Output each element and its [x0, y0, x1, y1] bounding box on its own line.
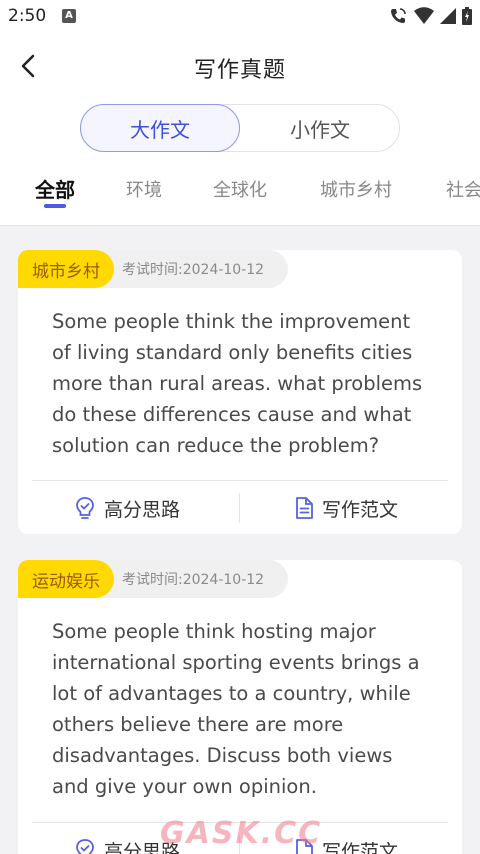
bulb-icon	[76, 839, 94, 854]
question-card[interactable]: 城市乡村 考试时间:2024-10-12 Some people think t…	[18, 250, 462, 534]
question-text: Some people think hosting major internat…	[52, 620, 420, 798]
card-header: 城市乡村 考试时间:2024-10-12	[18, 250, 288, 288]
category-tabs: 全部 环境 全球化 城市乡村 社会	[0, 176, 480, 216]
page-header: 写作真题 大作文 小作文 全部 环境 全球化 城市乡村 社会	[0, 34, 480, 226]
action-label: 写作范文	[322, 498, 399, 521]
call-icon	[391, 8, 406, 23]
high-score-ideas-button[interactable]: 高分思路	[74, 481, 180, 534]
active-tab-indicator	[44, 204, 66, 208]
tab-environment[interactable]: 环境	[126, 176, 162, 202]
tab-urban-rural[interactable]: 城市乡村	[320, 176, 392, 202]
action-separator	[239, 493, 240, 523]
page-title: 写作真题	[193, 58, 286, 83]
notification-icon: A	[62, 9, 76, 23]
card-actions: 高分思路 写作范文	[18, 481, 462, 534]
model-essay-button[interactable]: 写作范文	[294, 481, 398, 534]
tab-large-essay[interactable]: 大作文	[80, 104, 240, 152]
status-icons	[388, 6, 472, 26]
question-text: Some people think the improvement of liv…	[52, 310, 423, 457]
exam-date: 考试时间:2024-10-12	[122, 262, 265, 278]
tab-society[interactable]: 社会	[446, 176, 480, 202]
watermark: GASK.CC	[160, 816, 323, 851]
category-tag: 城市乡村	[18, 250, 114, 288]
card-header: 运动娱乐 考试时间:2024-10-12	[18, 560, 288, 598]
action-label: 写作范文	[322, 840, 399, 854]
tab-small-essay[interactable]: 小作文	[240, 104, 400, 152]
category-tag: 运动娱乐	[18, 560, 114, 598]
document-icon	[296, 497, 313, 519]
tab-all[interactable]: 全部	[35, 176, 75, 203]
action-label: 高分思路	[104, 498, 181, 521]
signal-icon	[440, 8, 456, 24]
status-bar: 2:50 A	[0, 0, 480, 34]
tab-globalization[interactable]: 全球化	[213, 176, 267, 202]
essay-type-toggle: 大作文 小作文	[80, 104, 400, 152]
question-card[interactable]: 运动娱乐 考试时间:2024-10-12 Some people think h…	[18, 560, 462, 854]
exam-date: 考试时间:2024-10-12	[122, 572, 265, 588]
wifi-icon	[414, 7, 434, 24]
battery-icon	[462, 7, 472, 25]
status-time: 2:50	[8, 6, 47, 26]
bulb-icon	[76, 497, 94, 519]
